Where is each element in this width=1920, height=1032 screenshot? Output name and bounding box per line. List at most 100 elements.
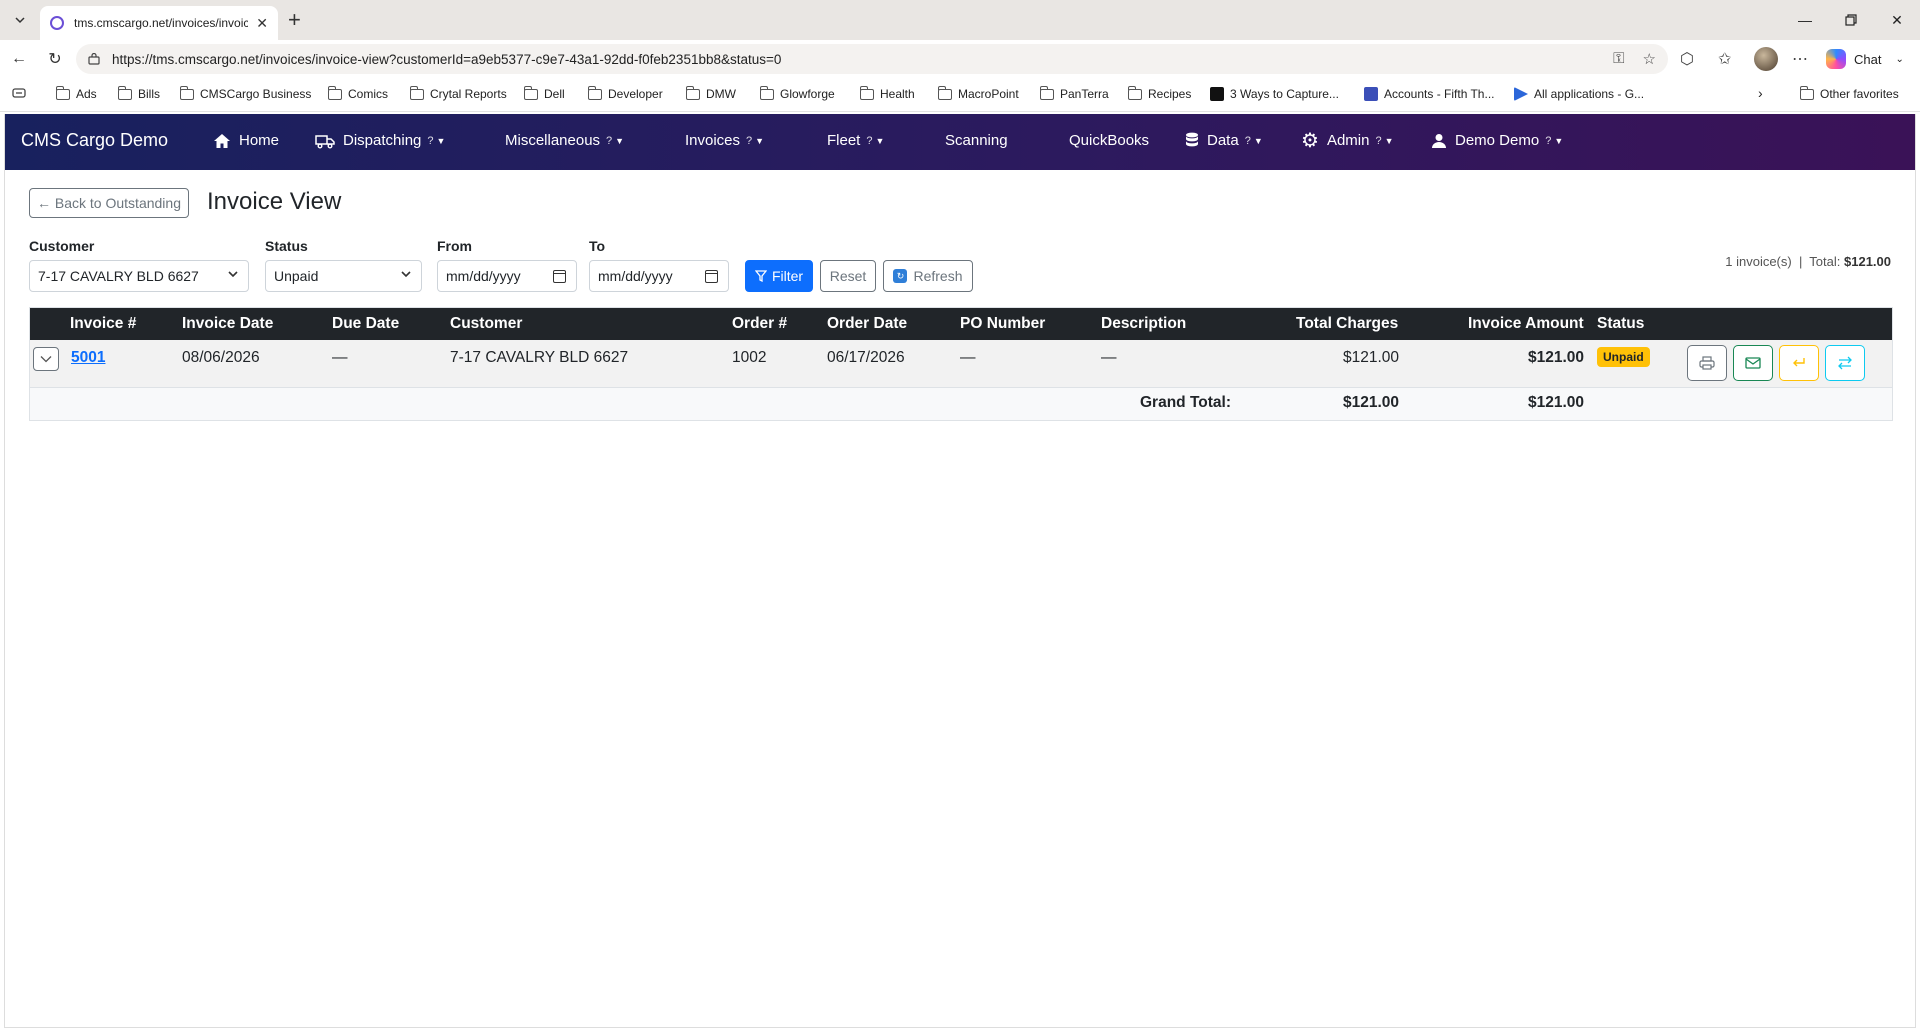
nav-home[interactable]: Home [213,132,279,149]
bookmarks-overflow-icon[interactable]: › [1758,85,1763,101]
from-label: From [437,238,472,254]
bookmark-accounts-fifth-third[interactable]: Accounts - Fifth Th... [1364,87,1494,101]
favorite-star-icon[interactable]: ☆ [1643,50,1656,68]
nav-invoices[interactable]: Invoices ? ▼ [685,132,764,149]
browser-tab-active[interactable]: tms.cmscargo.net/invoices/invoice ✕ [40,6,278,40]
col-invoice-amount[interactable]: Invoice Amount [1468,315,1584,333]
brand[interactable]: CMS Cargo Demo [21,130,168,151]
nav-data[interactable]: Data ? ▼ [1185,132,1263,149]
profile-avatar[interactable] [1754,47,1778,71]
bookmark-dell[interactable]: Dell [523,85,565,101]
from-date-input[interactable]: mm/dd/yyyy [437,260,577,292]
favorites-icon[interactable]: ✩ [1718,49,1731,69]
nav-miscellaneous[interactable]: Miscellaneous ? ▼ [505,132,624,149]
site-icon [1514,87,1528,101]
tab-close-icon[interactable]: ✕ [256,15,268,32]
invoice-number-link[interactable]: 5001 [71,349,105,367]
more-menu-icon[interactable]: ⋯ [1792,49,1808,69]
extensions-icon[interactable]: ⬡ [1680,49,1694,69]
invoice-table: Invoice # Invoice Date Due Date Customer… [29,307,1893,421]
new-tab-icon[interactable]: + [288,8,301,32]
chat-label: Chat [1854,51,1882,67]
table-row: 5001 08/06/2026 — 7-17 CAVALRY BLD 6627 … [30,340,1892,388]
bookmark-developer[interactable]: Developer [587,85,663,101]
tab-list-chevron-icon[interactable] [8,8,32,32]
bookmark-dmw[interactable]: DMW [685,85,736,101]
copilot-chat-button[interactable]: Chat ⌄ [1826,47,1904,71]
bookmark-all-applications[interactable]: All applications - G... [1514,87,1644,101]
col-po-number[interactable]: PO Number [960,315,1045,333]
email-button[interactable] [1733,345,1773,381]
site-info-icon[interactable] [88,53,100,65]
help-mark: ? [1545,134,1552,147]
status-select[interactable]: Unpaid [265,260,422,292]
table-footer: Grand Total: $121.00 $121.00 [30,388,1892,420]
window-close-icon[interactable]: ✕ [1874,0,1920,40]
browser-address-row: ← ↻ https://tms.cmscargo.net/invoices/in… [0,40,1920,78]
folder-icon [1039,85,1054,100]
bookmark-ads[interactable]: Ads [55,85,97,101]
reset-button[interactable]: Reset [820,260,876,292]
filter-button[interactable]: Filter [745,260,813,292]
chat-chevron-icon: ⌄ [1895,53,1904,65]
return-button[interactable] [1779,345,1819,381]
key-icon[interactable]: ⚿ [1613,50,1624,68]
back-arrow-icon[interactable]: ← [8,48,30,70]
grand-total-label: Grand Total: [1140,394,1231,411]
col-description[interactable]: Description [1101,315,1186,333]
to-date-input[interactable]: mm/dd/yyyy [589,260,729,292]
help-mark: ? [427,134,434,147]
reload-icon[interactable]: ↻ [44,48,66,70]
col-order-date[interactable]: Order Date [827,315,907,333]
bookmark-comics[interactable]: Comics [327,85,388,101]
refresh-button[interactable]: ↻ Refresh [883,260,973,292]
address-bar[interactable]: https://tms.cmscargo.net/invoices/invoic… [76,44,1668,74]
bookmark-glowforge[interactable]: Glowforge [759,85,835,101]
bookmark-health[interactable]: Health [859,85,915,101]
col-due-date[interactable]: Due Date [332,315,399,333]
expand-row-button[interactable] [33,347,59,371]
back-to-outstanding-button[interactable]: ← Back to Outstanding [29,188,189,218]
restore-icon[interactable] [1828,0,1874,40]
customer-name: 7-17 CAVALRY BLD 6627 [450,349,629,366]
nav-quickbooks[interactable]: QuickBooks [1069,132,1149,149]
folder-icon [937,85,952,100]
transfer-button[interactable] [1825,345,1865,381]
customer-select[interactable]: 7-17 CAVALRY BLD 6627 [29,260,249,292]
bookmark-crytal-reports[interactable]: Crytal Reports [409,85,507,101]
col-total-charges[interactable]: Total Charges [1296,315,1398,333]
col-status[interactable]: Status [1597,315,1644,333]
print-button[interactable] [1687,345,1727,381]
help-mark: ? [1375,134,1382,147]
nav-dispatching[interactable]: Dispatching ? ▼ [315,132,445,149]
bookmark-macropoint[interactable]: MacroPoint [937,85,1019,101]
printer-icon [1699,356,1715,370]
calendar-icon[interactable] [705,270,718,283]
folder-icon [179,85,194,100]
bookmarks-menu-icon[interactable] [12,87,26,99]
nav-admin[interactable]: ⚙ Admin ? ▼ [1301,129,1394,152]
invoice-amount: $121.00 [1527,349,1584,366]
folder-icon [327,85,342,100]
nav-scanning[interactable]: Scanning [945,132,1008,149]
calendar-icon[interactable] [553,270,566,283]
bookmark-recipes[interactable]: Recipes [1127,85,1191,101]
col-customer[interactable]: Customer [450,315,522,333]
gear-icon: ⚙ [1301,129,1319,152]
description: — [1101,349,1117,366]
col-invoice-date[interactable]: Invoice Date [182,315,273,333]
col-order-no[interactable]: Order # [732,315,787,333]
nav-fleet[interactable]: Fleet ? ▼ [827,132,884,149]
bookmark-cmscargo-business[interactable]: CMSCargo Business [179,85,311,101]
summary-count: 1 invoice(s) | Total: [1725,254,1844,269]
minimize-icon[interactable]: — [1782,0,1828,40]
bookmark-3-ways[interactable]: 3 Ways to Capture... [1210,87,1339,101]
bookmark-bills[interactable]: Bills [117,85,160,101]
nav-user[interactable]: Demo Demo ? ▼ [1431,132,1563,149]
bookmark-other-favorites[interactable]: Other favorites [1799,85,1899,101]
col-invoice-no[interactable]: Invoice # [70,315,136,333]
bookmark-panterra[interactable]: PanTerra [1039,85,1109,101]
folder-icon [759,85,774,100]
bookmarks-bar: Ads Bills CMSCargo Business Comics Cryta… [0,78,1920,112]
page-title: Invoice View [207,188,342,215]
